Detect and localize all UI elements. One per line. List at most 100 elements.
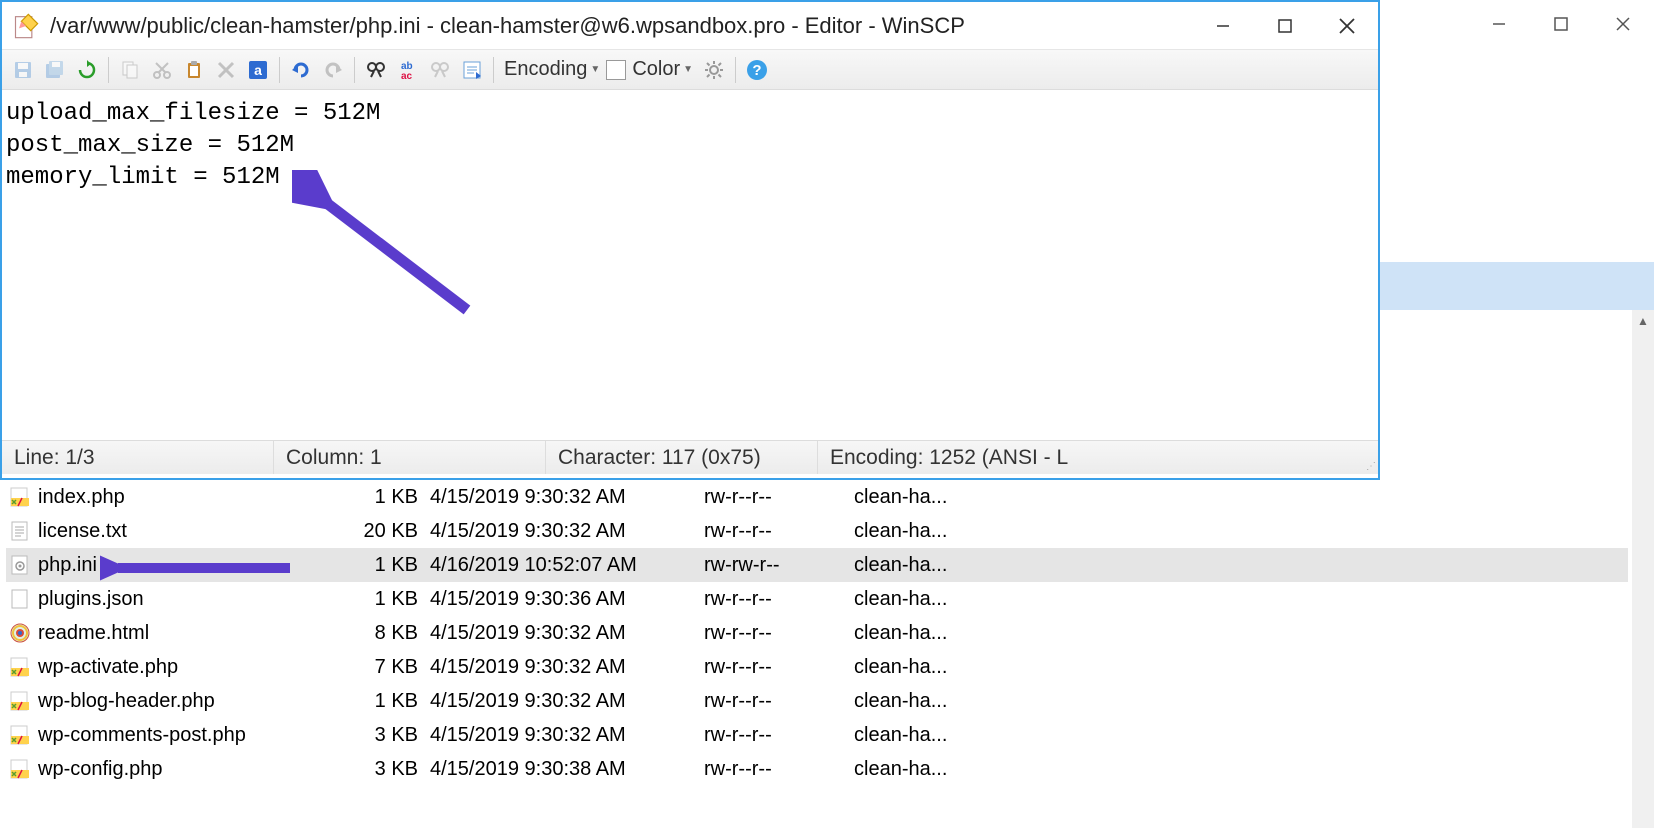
file-name: wp-activate.php <box>38 656 318 679</box>
file-name: license.txt <box>38 520 318 543</box>
file-name: wp-comments-post.php <box>38 724 318 747</box>
undo-button[interactable] <box>286 55 316 85</box>
editor-text-area[interactable]: upload_max_filesize = 512M post_max_size… <box>2 90 1378 440</box>
file-type-icon <box>8 519 32 543</box>
file-row[interactable]: readme.html8 KB4/15/2019 9:30:32 AMrw-r-… <box>6 616 1628 650</box>
help-button[interactable]: ? <box>742 55 772 85</box>
file-name: php.ini <box>38 554 318 577</box>
file-name: wp-config.php <box>38 758 318 781</box>
redo-button[interactable] <box>318 55 348 85</box>
copy-button[interactable] <box>115 55 145 85</box>
scroll-up-icon[interactable]: ▲ <box>1632 310 1654 332</box>
file-date: 4/15/2019 9:30:32 AM <box>418 520 704 543</box>
file-size: 7 KB <box>318 656 418 679</box>
svg-text:ac: ac <box>401 71 413 81</box>
file-date: 4/15/2019 9:30:32 AM <box>418 690 704 713</box>
file-row[interactable]: wp-blog-header.php1 KB4/15/2019 9:30:32 … <box>6 684 1628 718</box>
toolbar-separator <box>354 57 355 83</box>
toolbar-separator <box>279 57 280 83</box>
file-date: 4/15/2019 9:30:32 AM <box>418 724 704 747</box>
status-column: Column: 1 <box>274 441 546 474</box>
file-type-icon <box>8 689 32 713</box>
file-date: 4/15/2019 9:30:32 AM <box>418 656 704 679</box>
file-row[interactable]: wp-activate.php7 KB4/15/2019 9:30:32 AMr… <box>6 650 1628 684</box>
editor-close-button[interactable] <box>1316 3 1378 49</box>
save-all-button[interactable] <box>40 55 70 85</box>
resize-grip-icon[interactable]: ⋰ <box>1358 441 1378 474</box>
file-row[interactable]: license.txt20 KB4/15/2019 9:30:32 AMrw-r… <box>6 514 1628 548</box>
file-permissions: rw-r--r-- <box>704 656 854 679</box>
editor-window: /var/www/public/clean-hamster/php.ini - … <box>0 0 1380 480</box>
file-name: index.php <box>38 486 318 509</box>
delete-button[interactable] <box>211 55 241 85</box>
file-type-icon <box>8 621 32 645</box>
file-owner: clean-ha... <box>854 486 947 509</box>
file-owner: clean-ha... <box>854 656 947 679</box>
settings-button[interactable] <box>699 55 729 85</box>
file-permissions: rw-r--r-- <box>704 622 854 645</box>
select-all-button[interactable]: a <box>243 55 273 85</box>
editor-statusbar: Line: 1/3 Column: 1 Character: 117 (0x75… <box>2 440 1378 474</box>
editor-titlebar[interactable]: /var/www/public/clean-hamster/php.ini - … <box>2 2 1378 50</box>
edit-file-icon <box>12 12 40 40</box>
editor-toolbar: a abac Encoding ▼ Color ▼ ? <box>2 50 1378 90</box>
toolbar-separator <box>493 57 494 83</box>
svg-text:a: a <box>254 62 262 78</box>
bg-close-button[interactable] <box>1592 3 1654 45</box>
file-owner: clean-ha... <box>854 724 947 747</box>
svg-text:?: ? <box>752 62 761 79</box>
paste-button[interactable] <box>179 55 209 85</box>
refresh-button[interactable] <box>72 55 102 85</box>
file-owner: clean-ha... <box>854 690 947 713</box>
bg-selection-bar <box>1380 262 1654 310</box>
cut-button[interactable] <box>147 55 177 85</box>
editor-minimize-button[interactable] <box>1192 3 1254 49</box>
file-row[interactable]: wp-comments-post.php3 KB4/15/2019 9:30:3… <box>6 718 1628 752</box>
bg-scrollbar[interactable]: ▲ <box>1632 310 1654 828</box>
file-permissions: rw-rw-r-- <box>704 554 854 577</box>
editor-title: /var/www/public/clean-hamster/php.ini - … <box>50 13 1192 39</box>
file-type-icon <box>8 757 32 781</box>
file-name: wp-blog-header.php <box>38 690 318 713</box>
file-size: 1 KB <box>318 588 418 611</box>
file-owner: clean-ha... <box>854 622 947 645</box>
editor-maximize-button[interactable] <box>1254 3 1316 49</box>
file-row[interactable]: plugins.json1 KB4/15/2019 9:30:36 AMrw-r… <box>6 582 1628 616</box>
encoding-dropdown[interactable]: Encoding ▼ <box>500 58 604 81</box>
toolbar-separator <box>735 57 736 83</box>
file-permissions: rw-r--r-- <box>704 486 854 509</box>
status-encoding: Encoding: 1252 (ANSI - L <box>818 441 1086 474</box>
goto-button[interactable] <box>457 55 487 85</box>
file-type-icon <box>8 587 32 611</box>
file-date: 4/15/2019 9:30:38 AM <box>418 758 704 781</box>
file-size: 1 KB <box>318 486 418 509</box>
file-type-icon <box>8 553 32 577</box>
find-next-button[interactable] <box>425 55 455 85</box>
file-type-icon <box>8 485 32 509</box>
file-owner: clean-ha... <box>854 554 947 577</box>
file-permissions: rw-r--r-- <box>704 690 854 713</box>
file-row[interactable]: wp-config.php3 KB4/15/2019 9:30:38 AMrw-… <box>6 752 1628 786</box>
file-list[interactable]: index.php1 KB4/15/2019 9:30:32 AMrw-r--r… <box>6 480 1628 786</box>
bg-minimize-button[interactable] <box>1468 3 1530 45</box>
file-row[interactable]: index.php1 KB4/15/2019 9:30:32 AMrw-r--r… <box>6 480 1628 514</box>
color-checkbox[interactable] <box>606 60 626 80</box>
file-type-icon <box>8 655 32 679</box>
status-line: Line: 1/3 <box>2 441 274 474</box>
file-owner: clean-ha... <box>854 588 947 611</box>
file-owner: clean-ha... <box>854 758 947 781</box>
file-name: plugins.json <box>38 588 318 611</box>
file-name: readme.html <box>38 622 318 645</box>
replace-button[interactable]: abac <box>393 55 423 85</box>
file-permissions: rw-r--r-- <box>704 588 854 611</box>
bg-maximize-button[interactable] <box>1530 3 1592 45</box>
file-type-icon <box>8 723 32 747</box>
file-size: 1 KB <box>318 690 418 713</box>
find-button[interactable] <box>361 55 391 85</box>
file-row[interactable]: php.ini1 KB4/16/2019 10:52:07 AMrw-rw-r-… <box>6 548 1628 582</box>
color-dropdown[interactable]: Color ▼ <box>628 58 697 81</box>
file-size: 3 KB <box>318 724 418 747</box>
file-size: 1 KB <box>318 554 418 577</box>
toolbar-separator <box>108 57 109 83</box>
save-button[interactable] <box>8 55 38 85</box>
